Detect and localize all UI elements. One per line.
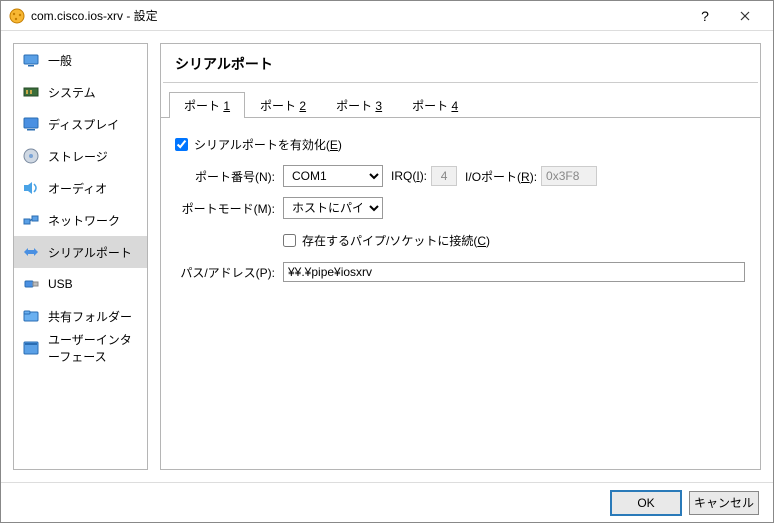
sidebar-item-storage[interactable]: ストレージ [14,140,147,172]
sidebar-item-system[interactable]: システム [14,76,147,108]
tabs: ポート 1ポート 2ポート 3ポート 4 [161,91,760,118]
enable-row: シリアルポートを有効化(E) [175,130,746,158]
sidebar-item-general[interactable]: 一般 [14,44,147,76]
storage-icon [22,147,40,165]
port-mode-select[interactable]: ホストにパイプ [283,197,383,219]
irq-label: IRQ(I): [391,169,427,183]
tab-port-3[interactable]: ポート 3 [321,92,397,118]
path-row: パス/アドレス(P): [175,258,746,286]
ioport-field [541,166,597,186]
connect-pipe-label[interactable]: 存在するパイプ/ソケットに接続(C) [302,232,490,249]
enable-serial-label[interactable]: シリアルポートを有効化(E) [194,136,342,153]
tab-port-1[interactable]: ポート 1 [169,92,245,118]
usb-icon [22,275,40,293]
cancel-button[interactable]: キャンセル [689,491,759,515]
sidebar-item-sharedfolder[interactable]: 共有フォルダー [14,300,147,332]
sidebar-item-ui[interactable]: ユーザーインターフェース [14,332,147,364]
ok-button[interactable]: OK [611,491,681,515]
enable-serial-checkbox[interactable] [175,138,188,151]
sidebar-item-label: ネットワーク [48,212,120,229]
path-input[interactable] [283,262,745,282]
irq-field [431,166,457,186]
close-button[interactable] [725,1,765,30]
content: 一般システムディスプレイストレージオーディオネットワークシリアルポートUSB共有… [1,31,773,482]
sharedfolder-icon [22,307,40,325]
sidebar-item-label: ディスプレイ [48,116,119,133]
ui-icon [22,339,40,357]
audio-icon [22,179,40,197]
path-label: パス/アドレス(P): [175,264,275,281]
app-icon [9,8,25,24]
sidebar: 一般システムディスプレイストレージオーディオネットワークシリアルポート USB 共有… [13,43,148,470]
system-icon [22,83,40,101]
port-panel: シリアルポートを有効化(E) ポート番号(N): COM1 IRQ(I): I/… [161,118,760,302]
sidebar-item-label: オーディオ [48,180,107,197]
port-mode-row: ポートモード(M): ホストにパイプ [175,194,746,222]
sidebar-item-label: 共有フォルダー [48,308,132,325]
sidebar-item-audio[interactable]: オーディオ [14,172,147,204]
ioport-label: I/Oポート(R): [465,168,537,185]
network-icon [22,211,40,229]
port-number-row: ポート番号(N): COM1 IRQ(I): I/Oポート(R): [175,162,746,190]
sidebar-item-label: USB [48,277,73,291]
serial-icon [22,243,40,261]
help-button[interactable]: ? [685,1,725,30]
tab-port-2[interactable]: ポート 2 [245,92,321,118]
sidebar-item-label: システム [48,84,96,101]
connect-row: 存在するパイプ/ソケットに接続(C) [175,226,746,254]
titlebar: com.cisco.ios-xrv - 設定 ? [1,1,773,31]
port-mode-label: ポートモード(M): [175,200,275,217]
panel-header: シリアルポート [163,46,758,83]
sidebar-item-label: シリアルポート [48,244,132,261]
sidebar-item-label: 一般 [48,52,72,69]
sidebar-item-label: ストレージ [48,148,108,165]
connect-pipe-checkbox[interactable] [283,234,296,247]
sidebar-item-label: ユーザーインターフェース [48,331,139,365]
window-title: com.cisco.ios-xrv - 設定 [31,7,685,24]
port-number-label: ポート番号(N): [175,168,275,185]
sidebar-item-display[interactable]: ディスプレイ [14,108,147,140]
sidebar-item-network[interactable]: ネットワーク [14,204,147,236]
main-panel: シリアルポート ポート 1ポート 2ポート 3ポート 4 シリアルポートを有効化… [160,43,761,470]
general-icon [22,51,40,69]
port-number-select[interactable]: COM1 [283,165,383,187]
sidebar-item-usb[interactable]: USB [14,268,147,300]
footer: OK キャンセル [1,482,773,522]
tab-port-4[interactable]: ポート 4 [397,92,473,118]
sidebar-item-serial[interactable]: シリアルポート [14,236,147,268]
display-icon [22,115,40,133]
